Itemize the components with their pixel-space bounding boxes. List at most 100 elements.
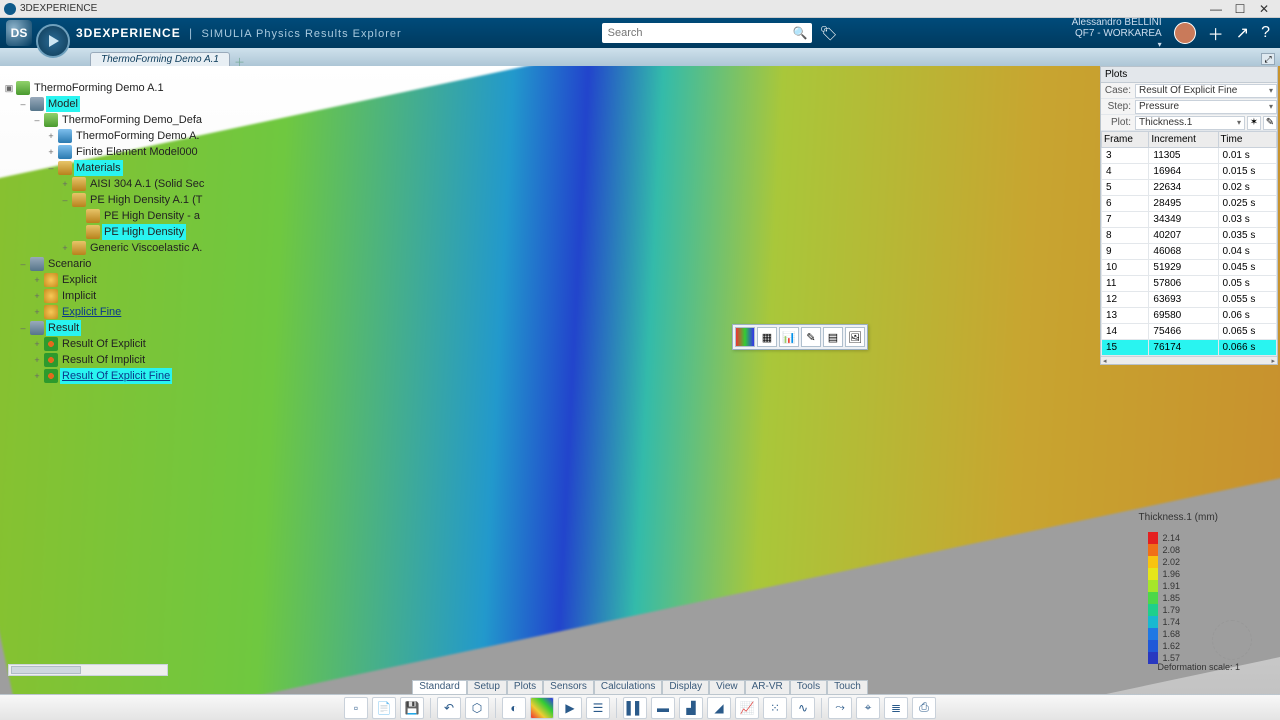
- plot-edit-icon[interactable]: ✎: [1263, 116, 1277, 130]
- user-info[interactable]: Alessandro BELLINI QF7 - WORKAREA ▾: [1072, 17, 1162, 50]
- tree-root[interactable]: ThermoForming Demo A.1: [32, 80, 166, 96]
- minimize-button[interactable]: —: [1204, 2, 1228, 16]
- undo-icon[interactable]: ↶: [437, 697, 461, 719]
- tree-item[interactable]: Finite Element Model000: [74, 144, 200, 160]
- tree-item[interactable]: Result Of Explicit Fine: [60, 368, 172, 384]
- tree-item[interactable]: Result Of Implicit: [60, 352, 147, 368]
- col-time[interactable]: Time: [1218, 132, 1276, 148]
- tree-item[interactable]: PE High Density: [102, 224, 186, 240]
- save-icon[interactable]: 💾: [400, 697, 424, 719]
- expand-panel-button[interactable]: ⤢: [1261, 53, 1275, 65]
- line-chart-icon[interactable]: 📈: [735, 697, 759, 719]
- table-scrollbar[interactable]: ◂▸: [1101, 356, 1277, 364]
- capture-icon[interactable]: ⎙: [912, 697, 936, 719]
- tree-item[interactable]: Result Of Explicit: [60, 336, 148, 352]
- probe-icon[interactable]: ⌖: [856, 697, 880, 719]
- tree-toggle[interactable]: –: [46, 160, 56, 176]
- rainbow-icon[interactable]: [530, 697, 554, 719]
- ctx-grid-icon[interactable]: ▦: [757, 327, 777, 347]
- search-input[interactable]: [606, 25, 793, 41]
- tree-toggle[interactable]: +: [32, 368, 42, 384]
- col-frame[interactable]: Frame: [1102, 132, 1149, 148]
- report-icon[interactable]: ☰: [586, 697, 610, 719]
- bar-chart-icon[interactable]: ▌▌: [623, 697, 647, 719]
- scrollbar-thumb[interactable]: [11, 666, 81, 674]
- action-tab-tools[interactable]: Tools: [790, 680, 827, 694]
- ctx-image-icon[interactable]: 🖼: [845, 327, 865, 347]
- tree-scrollbar[interactable]: [8, 664, 168, 676]
- ctx-legend-icon[interactable]: 📊: [779, 327, 799, 347]
- tree-toggle[interactable]: +: [32, 336, 42, 352]
- help-icon[interactable]: ?: [1261, 24, 1270, 42]
- tree-toggle[interactable]: –: [60, 192, 70, 208]
- share-icon[interactable]: ↗: [1236, 23, 1249, 43]
- case-dropdown[interactable]: Result Of Explicit Fine▾: [1135, 84, 1277, 98]
- close-button[interactable]: ✕: [1252, 2, 1276, 16]
- xy-chart-icon[interactable]: ∿: [791, 697, 815, 719]
- path-plot-icon[interactable]: ⤳: [828, 697, 852, 719]
- table-row[interactable]: 9460680.04 s: [1102, 244, 1277, 260]
- tree-toggle[interactable]: –: [18, 256, 28, 272]
- tree-item[interactable]: ThermoForming Demo_Defa: [60, 112, 204, 128]
- plot-dropdown[interactable]: Thickness.1▾: [1135, 116, 1245, 130]
- action-tab-ar-vr[interactable]: AR-VR: [745, 680, 790, 694]
- ds-logo-icon[interactable]: DS: [6, 20, 32, 46]
- action-tab-touch[interactable]: Touch: [827, 680, 868, 694]
- action-tab-view[interactable]: View: [709, 680, 745, 694]
- open-icon[interactable]: 📄: [372, 697, 396, 719]
- tree-item[interactable]: Implicit: [60, 288, 98, 304]
- search-box[interactable]: 🔍: [602, 23, 812, 43]
- tree-toggle[interactable]: +: [32, 272, 42, 288]
- tree-item[interactable]: Explicit Fine: [60, 304, 123, 320]
- area-chart-icon[interactable]: ◢: [707, 697, 731, 719]
- tree-toggle[interactable]: ▣: [4, 80, 14, 96]
- hbar-chart-icon[interactable]: ▬: [651, 697, 675, 719]
- action-tab-calculations[interactable]: Calculations: [594, 680, 662, 694]
- tree-model[interactable]: Model: [46, 96, 80, 112]
- tree-toggle[interactable]: +: [60, 240, 70, 256]
- document-tab[interactable]: ThermoForming Demo A.1 ＋: [90, 52, 230, 66]
- table-row[interactable]: 5226340.02 s: [1102, 180, 1277, 196]
- tree-scenario[interactable]: Scenario: [46, 256, 93, 272]
- table-row[interactable]: 7343490.03 s: [1102, 212, 1277, 228]
- layers-icon[interactable]: ≣: [884, 697, 908, 719]
- table-row[interactable]: 11578060.05 s: [1102, 276, 1277, 292]
- table-row[interactable]: 15761740.066 s: [1102, 340, 1277, 356]
- action-tab-display[interactable]: Display: [662, 680, 709, 694]
- tree-toggle[interactable]: +: [32, 352, 42, 368]
- maximize-button[interactable]: ☐: [1228, 2, 1252, 16]
- table-row[interactable]: 14754660.065 s: [1102, 324, 1277, 340]
- ctx-table-icon[interactable]: ▤: [823, 327, 843, 347]
- scatter-chart-icon[interactable]: ⁙: [763, 697, 787, 719]
- ctx-edit-icon[interactable]: ✎: [801, 327, 821, 347]
- tree-item[interactable]: Explicit: [60, 272, 99, 288]
- col-increment[interactable]: Increment: [1149, 132, 1218, 148]
- action-tab-setup[interactable]: Setup: [467, 680, 507, 694]
- table-row[interactable]: 4169640.015 s: [1102, 164, 1277, 180]
- tree-toggle[interactable]: –: [18, 320, 28, 336]
- tree-toggle[interactable]: +: [32, 304, 42, 320]
- tree-item[interactable]: PE High Density A.1 (T: [88, 192, 205, 208]
- redo-icon[interactable]: ⬡: [465, 697, 489, 719]
- avatar[interactable]: [1174, 22, 1196, 44]
- tree-toggle[interactable]: +: [60, 176, 70, 192]
- tree-toggle[interactable]: [74, 208, 84, 224]
- table-row[interactable]: 10519290.045 s: [1102, 260, 1277, 276]
- tree-toggle[interactable]: –: [18, 96, 28, 112]
- add-icon[interactable]: ＋: [1208, 21, 1224, 45]
- tree-item[interactable]: AISI 304 A.1 (Solid Sec: [88, 176, 206, 192]
- tree-toggle[interactable]: +: [46, 128, 56, 144]
- tree-toggle[interactable]: +: [32, 288, 42, 304]
- table-row[interactable]: 12636930.055 s: [1102, 292, 1277, 308]
- view-compass[interactable]: [1212, 620, 1252, 660]
- tree-item[interactable]: PE High Density - a: [102, 208, 202, 224]
- tree-result[interactable]: Result: [46, 320, 81, 336]
- tree-item[interactable]: ThermoForming Demo A.: [74, 128, 201, 144]
- ctx-color-icon[interactable]: [735, 327, 755, 347]
- tree-materials[interactable]: Materials: [74, 160, 123, 176]
- spec-tree[interactable]: ▣ ThermoForming Demo A.1 – Model – ThermoFo…: [4, 80, 206, 384]
- step-dropdown[interactable]: Pressure▾: [1135, 100, 1277, 114]
- tag-icon[interactable]: 🏷: [820, 25, 838, 42]
- table-row[interactable]: 13695800.06 s: [1102, 308, 1277, 324]
- compass-play-button[interactable]: [36, 24, 70, 58]
